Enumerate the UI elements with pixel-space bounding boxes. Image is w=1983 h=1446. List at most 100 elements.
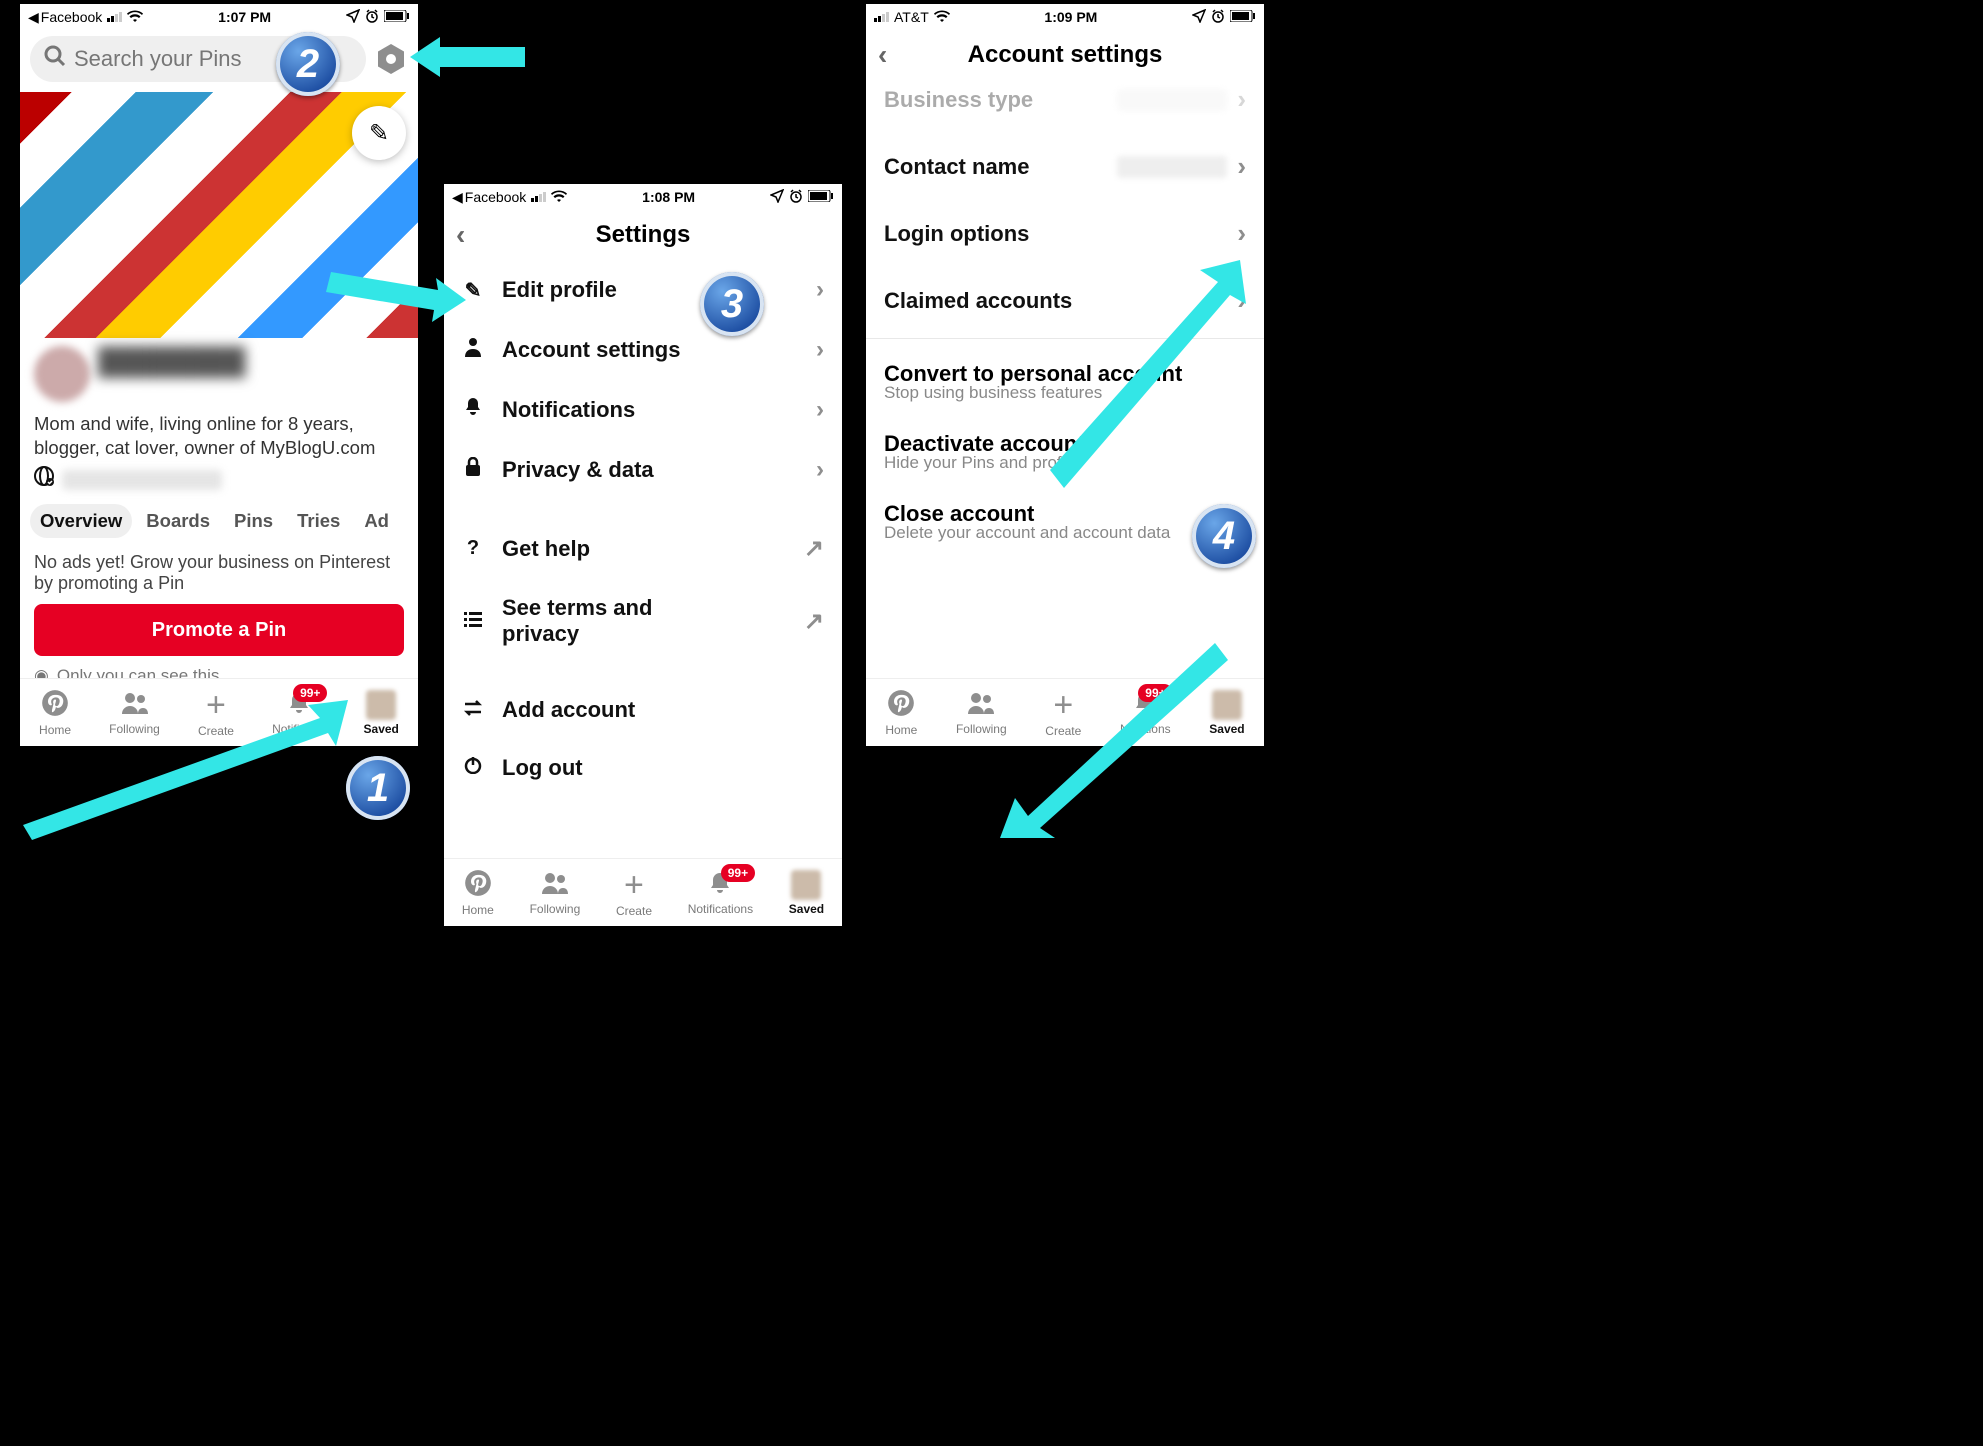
step-badge-4: 4 <box>1192 504 1256 568</box>
nav-create[interactable]: +Create <box>1045 688 1081 738</box>
saved-avatar-icon <box>791 870 821 900</box>
nav-following[interactable]: Following <box>530 870 581 916</box>
back-button[interactable]: ‹ <box>878 39 887 71</box>
account-settings-list: Business type › Contact name › Login opt… <box>866 80 1264 559</box>
pinterest-icon <box>41 689 69 721</box>
swap-icon <box>462 699 484 722</box>
row-contact-name[interactable]: Contact name › <box>866 133 1264 200</box>
nav-saved[interactable]: Saved <box>789 870 824 916</box>
nav-home[interactable]: Home <box>885 689 917 737</box>
list-icon <box>462 610 484 633</box>
profile-header: ████████ <box>20 338 418 377</box>
settings-button[interactable] <box>374 42 408 76</box>
nav-home[interactable]: Home <box>462 869 494 917</box>
nav-label: Create <box>616 904 652 918</box>
carrier-label: AT&T <box>894 9 929 25</box>
chevron-right-icon: › <box>1237 84 1246 115</box>
tab-tries[interactable]: Tries <box>287 504 350 538</box>
notification-badge: 99+ <box>721 864 755 882</box>
nav-saved[interactable]: Saved <box>364 690 399 736</box>
row-label: See terms and privacy <box>502 595 722 647</box>
alarm-icon <box>1211 9 1225 26</box>
chevron-left-icon: ◀ <box>452 189 463 206</box>
pencil-icon: ✎ <box>369 119 389 148</box>
settings-screen: ◀ Facebook 1:08 PM ‹ Settings ✎ Edit pro… <box>444 184 842 926</box>
battery-icon <box>1230 9 1256 25</box>
lock-icon <box>462 457 484 483</box>
nav-label: Saved <box>789 902 824 916</box>
nav-label: Notificat... <box>272 722 325 736</box>
status-bar: ◀ Facebook 1:08 PM <box>444 184 842 210</box>
pinterest-icon <box>887 689 915 721</box>
nav-label: Home <box>39 723 71 737</box>
nav-following[interactable]: Following <box>109 690 160 736</box>
nav-notifications[interactable]: 99+Notifications <box>688 870 753 916</box>
clock: 1:08 PM <box>642 189 695 205</box>
nav-create[interactable]: +Create <box>616 868 652 918</box>
back-to-app[interactable]: ◀ Facebook <box>452 189 526 206</box>
battery-icon <box>808 189 834 205</box>
nav-notifications[interactable]: 99+Notificat... <box>272 690 325 736</box>
tab-more[interactable]: Ad <box>354 504 399 538</box>
tab-overview[interactable]: Overview <box>30 504 132 538</box>
row-get-help[interactable]: ? Get help ↗ <box>444 518 842 579</box>
row-label: Account settings <box>502 337 680 363</box>
notification-badge: 99+ <box>293 684 327 702</box>
globe-check-icon <box>34 466 56 494</box>
row-notifications[interactable]: Notifications › <box>444 380 842 440</box>
nav-following[interactable]: Following <box>956 690 1007 736</box>
row-add-account[interactable]: Add account <box>444 681 842 739</box>
row-label: Notifications <box>502 397 635 423</box>
location-icon <box>770 189 784 206</box>
page-title: Settings <box>596 221 691 249</box>
row-privacy[interactable]: Privacy & data › <box>444 440 842 500</box>
row-login-options[interactable]: Login options › <box>866 200 1264 267</box>
profile-screen: ◀ Facebook 1:07 PM Search <box>20 4 418 746</box>
clock: 1:09 PM <box>1044 9 1097 25</box>
row-business-type[interactable]: Business type › <box>866 80 1264 133</box>
row-subtitle: Stop using business features <box>866 383 1264 419</box>
row-label: Log out <box>502 755 583 781</box>
row-account-settings[interactable]: Account settings › <box>444 320 842 380</box>
promote-pin-button[interactable]: Promote a Pin <box>34 604 404 656</box>
signal-icon <box>531 192 546 202</box>
bell-icon <box>462 397 484 423</box>
chevron-right-icon: › <box>816 276 824 304</box>
nav-home[interactable]: Home <box>39 689 71 737</box>
tab-boards[interactable]: Boards <box>136 504 220 538</box>
profile-name-redacted: ████████ <box>96 346 404 377</box>
promo-message: No ads yet! Grow your business on Pinter… <box>20 546 418 604</box>
row-log-out[interactable]: Log out <box>444 739 842 781</box>
website-row[interactable] <box>20 466 418 504</box>
alarm-icon <box>365 9 379 26</box>
avatar[interactable] <box>34 346 90 402</box>
nav-header: ‹ Settings <box>444 210 842 260</box>
signal-icon <box>874 12 889 22</box>
step-badge-3: 3 <box>700 272 764 336</box>
people-icon <box>966 690 996 720</box>
wifi-icon <box>551 189 567 205</box>
back-to-app[interactable]: ◀ Facebook <box>28 9 102 26</box>
edit-fab[interactable]: ✎ <box>352 106 406 160</box>
row-terms[interactable]: See terms and privacy ↗ <box>444 579 842 663</box>
account-settings-screen: AT&T 1:09 PM ‹ Account settings Business… <box>866 4 1264 746</box>
signal-icon <box>107 12 122 22</box>
back-app-label: Facebook <box>465 189 526 205</box>
page-title: Account settings <box>968 41 1163 69</box>
row-claimed-accounts[interactable]: Claimed accounts › <box>866 267 1264 334</box>
search-placeholder: Search your Pins <box>74 46 242 72</box>
back-button[interactable]: ‹ <box>456 219 465 251</box>
row-label: Contact name <box>884 154 1029 180</box>
row-label: Login options <box>884 221 1029 247</box>
tab-pins[interactable]: Pins <box>224 504 283 538</box>
power-icon <box>462 756 484 780</box>
nav-notifications[interactable]: 99+N...ations <box>1120 690 1171 736</box>
plus-icon: + <box>206 688 226 722</box>
pins-collage: ✎ <box>20 92 418 338</box>
nav-create[interactable]: +Create <box>198 688 234 738</box>
nav-header: ‹ Account settings <box>866 30 1264 80</box>
row-edit-profile[interactable]: ✎ Edit profile › <box>444 260 842 320</box>
nav-saved[interactable]: Saved <box>1209 690 1244 736</box>
saved-avatar-icon <box>366 690 396 720</box>
step-badge-1: 1 <box>346 756 410 820</box>
